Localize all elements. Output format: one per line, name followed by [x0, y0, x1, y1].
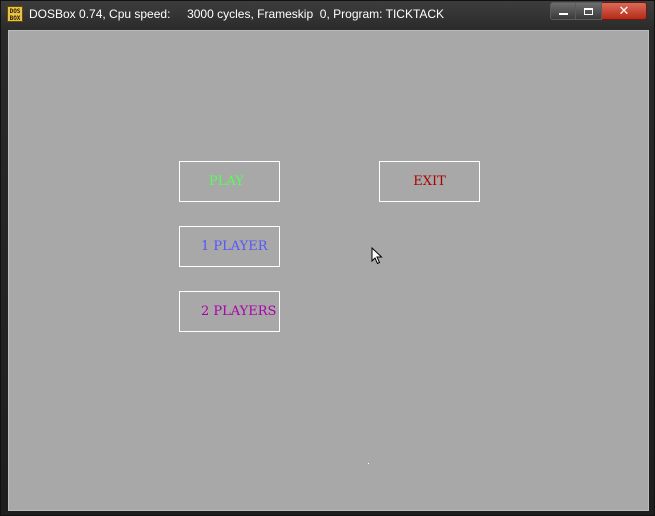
- two-players-label: 2 PLAYERS: [201, 304, 277, 319]
- dosbox-window: DOS BOX DOSBox 0.74, Cpu speed: 3000 cyc…: [0, 0, 655, 516]
- exit-label: EXIT: [413, 174, 446, 189]
- mouse-cursor-icon: [371, 247, 383, 265]
- title-bar[interactable]: DOS BOX DOSBox 0.74, Cpu speed: 3000 cyc…: [1, 1, 654, 29]
- one-player-button[interactable]: 1 PLAYER: [179, 226, 280, 267]
- close-icon: ✕: [618, 3, 630, 19]
- minimize-icon: [558, 13, 568, 15]
- play-button[interactable]: PLAY: [179, 161, 280, 202]
- app-icon-text: DOS BOX: [9, 8, 21, 22]
- exit-button[interactable]: EXIT: [379, 161, 480, 202]
- dos-screen[interactable]: PLAY EXIT 1 PLAYER 2 PLAYERS: [8, 30, 649, 511]
- play-label: PLAY: [209, 174, 244, 189]
- close-button[interactable]: ✕: [602, 2, 647, 20]
- two-players-button[interactable]: 2 PLAYERS: [179, 291, 280, 332]
- maximize-icon: [584, 7, 593, 15]
- dosbox-app-icon[interactable]: DOS BOX: [7, 6, 23, 22]
- window-title: DOSBox 0.74, Cpu speed: 3000 cycles, Fra…: [29, 7, 445, 21]
- screen-pixel-dot: [368, 463, 369, 464]
- minimize-button[interactable]: [550, 2, 576, 20]
- maximize-button[interactable]: [576, 2, 602, 20]
- one-player-label: 1 PLAYER: [201, 239, 268, 254]
- caption-buttons: ✕: [550, 2, 647, 21]
